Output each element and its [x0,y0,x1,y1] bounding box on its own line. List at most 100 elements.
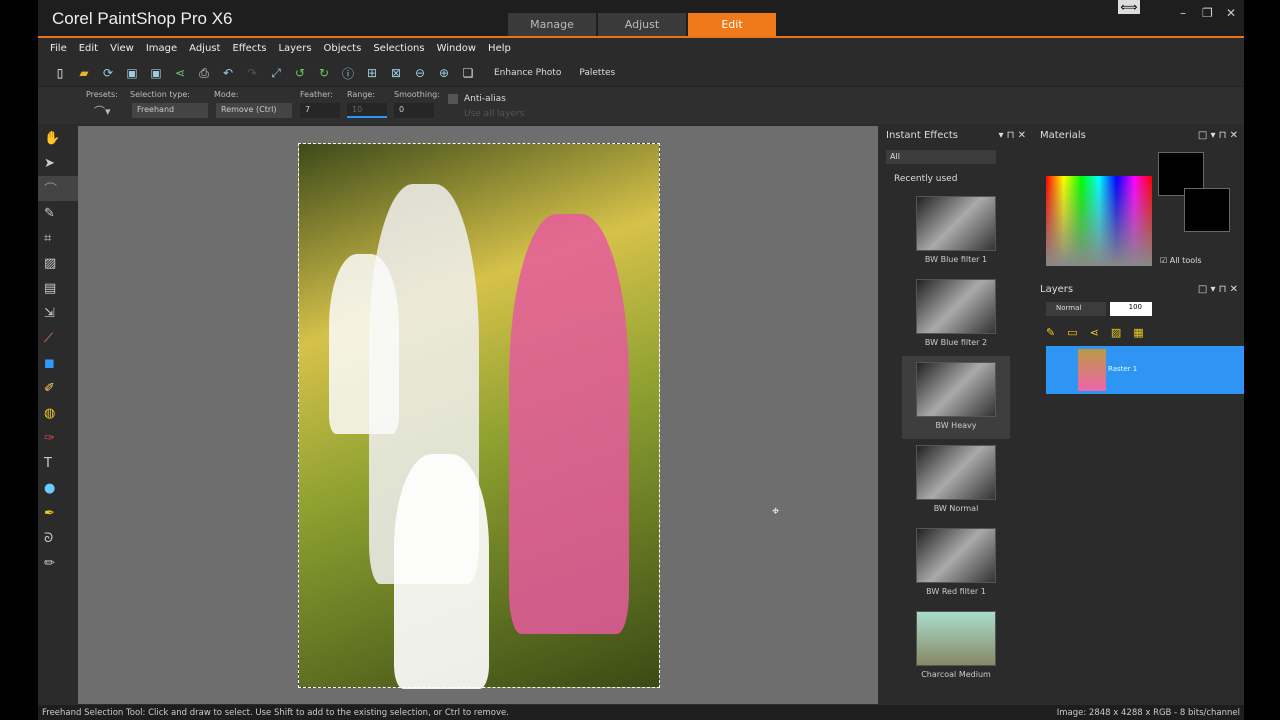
layer-name: Raster 1 [1108,365,1138,373]
smoothing-input[interactable]: 0 [394,103,434,118]
menu-view[interactable]: View [110,43,134,54]
color-replacer-tool-icon[interactable]: ✑ [38,426,78,451]
text-straighten-tool-icon[interactable]: ▤ [38,276,78,301]
anti-alias-label: Anti-alias [464,94,506,104]
panel-controls-icon[interactable]: □ ▾ ⊓ ✕ [1198,284,1238,296]
save-as-icon[interactable]: ▣ [148,65,164,81]
restore-button[interactable]: ❐ [1202,6,1213,20]
share-icon[interactable]: ⋖ [172,65,188,81]
gradient-tool-icon[interactable]: ◼ [38,351,78,376]
panel-controls-icon[interactable]: ▾ ⊓ ✕ [998,130,1026,142]
open-icon[interactable]: ▰ [76,65,92,81]
effect-item[interactable]: BW Normal [902,439,1010,522]
mode-select[interactable]: Remove (Ctrl) [216,103,292,118]
presets-lasso-icon[interactable]: ⌒▾ [94,103,111,119]
tab-adjust[interactable]: Adjust [598,13,686,36]
layers-panel: Layers □ ▾ ⊓ ✕ Normal 100 ✎▭⋖▨▦ Raster 1 [1034,280,1244,704]
info-icon[interactable]: ⓘ [340,65,356,81]
menu-file[interactable]: File [50,43,67,54]
background-swatch[interactable] [1184,188,1230,232]
rotate-right-icon[interactable]: ↻ [316,65,332,81]
family-photo[interactable] [298,143,660,689]
all-tools-checkbox[interactable]: ☑ All tools [1160,256,1202,265]
menu-objects[interactable]: Objects [324,43,362,54]
new-icon[interactable]: ▯ [52,65,68,81]
selection-type-label: Selection type: [130,90,190,99]
layer-thumbnail [1078,349,1106,391]
paint-brush-tool-icon[interactable]: ⟋ [38,326,78,351]
effects-list: BW Blue filter 1 BW Blue filter 2 BW Hea… [880,190,1032,688]
fit-image-icon[interactable]: ⊠ [388,65,404,81]
effect-item[interactable]: BW Red filter 1 [902,522,1010,605]
rotate-left-icon[interactable]: ↺ [292,65,308,81]
image-canvas[interactable]: ⌖ [78,126,878,704]
clone-tool-icon[interactable]: ◍ [38,401,78,426]
shape-tool-icon[interactable]: ● [38,476,78,501]
dropper-tool-icon[interactable]: ✎ [38,201,78,226]
tab-edit[interactable]: Edit [688,13,776,36]
effect-item[interactable]: Charcoal Medium [902,605,1010,688]
range-label: Range: [347,90,376,99]
menu-image[interactable]: Image [146,43,177,54]
enhance-photo-menu[interactable]: Enhance Photo [494,68,561,78]
minimize-button[interactable]: – [1180,6,1186,20]
eraser-tool-icon[interactable]: ✐ [38,376,78,401]
fit-window-icon[interactable]: ⊞ [364,65,380,81]
menu-selections[interactable]: Selections [373,43,424,54]
image-info: Image: 2848 x 4288 x RGB - 8 bits/channe… [1056,708,1240,718]
instant-effects-title: Instant Effects [886,130,958,141]
zoom-in-icon[interactable]: ⊕ [436,65,452,81]
expand-icon[interactable]: ⟺ [1118,0,1140,14]
text-tool-icon[interactable]: T [38,451,78,476]
menu-layers[interactable]: Layers [278,43,311,54]
warp-brush-tool-icon[interactable]: ᘐ [38,526,78,551]
menu-adjust[interactable]: Adjust [189,43,220,54]
straighten-tool-icon[interactable]: ▨ [38,251,78,276]
makeover-tool-icon[interactable]: ⇲ [38,301,78,326]
effects-filter-select[interactable]: All [886,150,996,164]
anti-alias-checkbox[interactable] [448,94,458,104]
freehand-selection-tool-icon[interactable]: ⌒ [38,176,78,201]
menu-bar: File Edit View Image Adjust Effects Laye… [38,40,1244,57]
palettes-menu[interactable]: Palettes [579,68,615,78]
save-icon[interactable]: ▣ [124,65,140,81]
layer-row-raster-1[interactable]: Raster 1 [1046,346,1244,394]
tab-manage[interactable]: Manage [508,13,596,36]
materials-panel: Materials □ ▾ ⊓ ✕ ☑ All tools [1034,126,1244,276]
layer-tools-icon[interactable]: ✎▭⋖▨▦ [1046,326,1156,339]
picture-tube-tool-icon[interactable]: ✏ [38,551,78,576]
print-icon[interactable]: ⎙ [196,65,212,81]
blend-mode-select[interactable]: Normal [1046,302,1106,316]
close-button[interactable]: ✕ [1226,6,1236,20]
pen-tool-icon[interactable]: ✒ [38,501,78,526]
pan-tool-icon[interactable]: ✋ [38,126,78,151]
effect-item[interactable]: BW Blue filter 1 [902,190,1010,273]
feather-input[interactable]: 7 [300,103,340,118]
color-spectrum[interactable] [1046,176,1152,266]
status-hint: Freehand Selection Tool: Click and draw … [42,708,509,718]
effect-item[interactable]: BW Blue filter 2 [902,273,1010,356]
browse-icon[interactable]: ⟳ [100,65,116,81]
full-screen-icon[interactable]: ⤢ [268,65,284,81]
menu-window[interactable]: Window [437,43,476,54]
effect-item[interactable]: BW Heavy [902,356,1010,439]
lasso-cursor-icon: ⌖ [772,504,780,519]
panel-controls-icon[interactable]: □ ▾ ⊓ ✕ [1198,130,1238,142]
crop-tool-icon[interactable]: ⌗ [38,226,78,251]
menu-effects[interactable]: Effects [232,43,266,54]
app-title: Corel PaintShop Pro X6 [52,9,233,28]
app-window: Corel PaintShop Pro X6 Manage Adjust Edi… [38,0,1244,720]
undo-icon[interactable]: ↶ [220,65,236,81]
zoom-out-icon[interactable]: ⊖ [412,65,428,81]
menu-help[interactable]: Help [488,43,511,54]
redo-icon[interactable]: ↷ [244,65,260,81]
paste-icon[interactable]: ❏ [460,65,476,81]
use-all-layers-label[interactable]: Use all layers [464,109,524,119]
selection-type-select[interactable]: Freehand [132,103,208,118]
range-input[interactable]: 10 [347,103,387,118]
pick-tool-icon[interactable]: ➤ [38,151,78,176]
smoothing-label: Smoothing: [394,90,440,99]
opacity-input[interactable]: 100 [1110,302,1152,316]
menu-edit[interactable]: Edit [79,43,98,54]
status-bar: Freehand Selection Tool: Click and draw … [38,705,1244,720]
